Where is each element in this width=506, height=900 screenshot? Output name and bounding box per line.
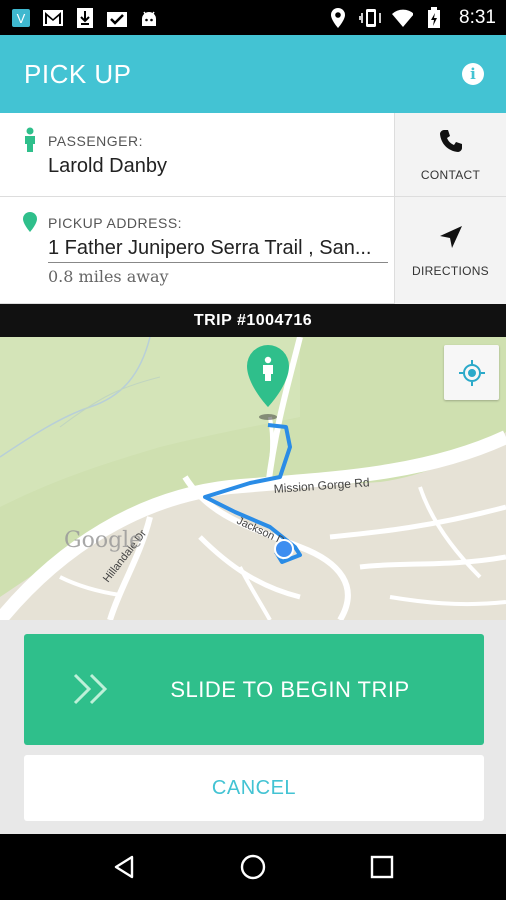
directions-label: DIRECTIONS xyxy=(411,263,489,278)
clock: 8:31 xyxy=(459,6,496,28)
pickup-address-link[interactable]: 1 Father Junipero Serra Trail , San... xyxy=(48,237,388,263)
trip-info-panel: PASSENGER: Larold Danby PICKUP ADDRESS: … xyxy=(0,113,506,304)
home-icon[interactable] xyxy=(239,853,267,881)
phone-icon xyxy=(439,129,462,152)
gmail-icon xyxy=(42,7,64,29)
map-pin-icon xyxy=(23,212,37,232)
crosshair-icon xyxy=(458,359,485,386)
recents-icon[interactable] xyxy=(368,853,396,881)
bottom-actions: SLIDE TO BEGIN TRIP CANCEL xyxy=(0,620,506,834)
wifi-icon xyxy=(391,7,414,29)
download-icon xyxy=(74,7,96,29)
battery-icon xyxy=(423,6,445,29)
navigation-arrow-icon xyxy=(439,225,462,248)
passenger-row: PASSENGER: Larold Danby xyxy=(0,113,394,197)
current-location-dot xyxy=(274,539,294,559)
app-bar: PICK UP i xyxy=(0,35,506,113)
cancel-button[interactable]: CANCEL xyxy=(24,755,484,821)
trip-number-bar: TRIP #1004716 xyxy=(0,304,506,337)
map-view[interactable]: Mission Gorge Rd Jackson Dr Hillandale D… xyxy=(0,337,506,620)
pickup-distance: 0.8 miles away xyxy=(48,267,169,286)
svg-text:V: V xyxy=(17,11,26,26)
vibrate-icon xyxy=(359,7,381,29)
google-watermark: Google xyxy=(64,528,142,553)
app-icon: V xyxy=(10,7,32,29)
checklist-icon xyxy=(106,7,128,29)
my-location-button[interactable] xyxy=(444,345,499,400)
passenger-name: Larold Danby xyxy=(48,155,167,177)
directions-button[interactable]: DIRECTIONS xyxy=(394,197,506,304)
back-icon[interactable] xyxy=(110,853,138,881)
system-nav-bar xyxy=(0,834,506,900)
slide-to-begin-button[interactable]: SLIDE TO BEGIN TRIP xyxy=(24,634,484,745)
contact-button[interactable]: CONTACT xyxy=(394,113,506,197)
passenger-label: PASSENGER: xyxy=(48,133,143,149)
android-icon xyxy=(138,7,160,29)
double-chevron-right-icon xyxy=(73,673,108,705)
person-icon xyxy=(25,127,35,152)
pickup-row: PICKUP ADDRESS: 1 Father Junipero Serra … xyxy=(0,197,394,304)
page-title: PICK UP xyxy=(24,58,132,89)
slide-label: SLIDE TO BEGIN TRIP xyxy=(170,676,410,702)
status-bar: V 8:31 xyxy=(0,0,506,35)
pickup-label: PICKUP ADDRESS: xyxy=(48,215,183,231)
contact-label: CONTACT xyxy=(420,167,481,182)
info-icon[interactable]: i xyxy=(462,63,484,85)
map-canvas: Mission Gorge Rd Jackson Dr Hillandale D… xyxy=(0,337,506,620)
location-icon xyxy=(327,7,349,29)
